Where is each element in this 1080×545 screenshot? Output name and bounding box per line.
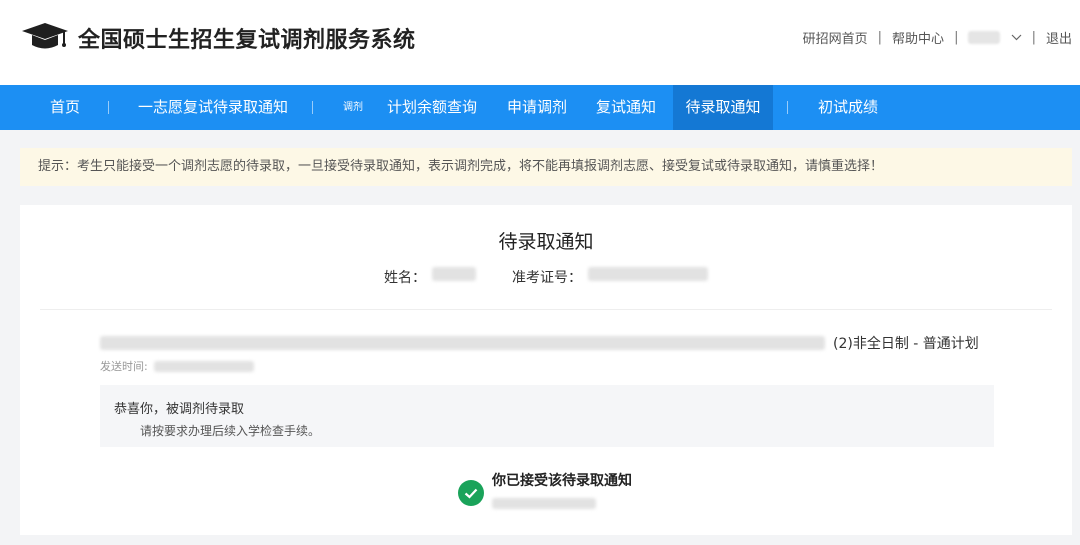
name-value-redacted xyxy=(432,267,476,281)
logout-link[interactable]: 退出 xyxy=(1046,28,1072,47)
nav-divider xyxy=(787,101,788,114)
study-mode: (2)非全日制 - 普通计划 xyxy=(833,336,979,352)
message-title: 恭喜你，被调剂待录取 xyxy=(114,402,245,417)
message-box: 恭喜你，被调剂待录取 请按要求办理后续入学检查手续。 xyxy=(100,385,994,447)
graduation-cap-icon xyxy=(22,23,68,49)
exam-number-value-redacted xyxy=(588,267,708,281)
nav-divider xyxy=(108,101,109,114)
program-details-redacted xyxy=(100,336,825,350)
nav-plan-balance-query[interactable]: 计划余额查询 xyxy=(387,85,477,130)
name-label: 姓名： xyxy=(384,270,426,286)
nav-apply-adjustment[interactable]: 申请调剂 xyxy=(507,85,567,130)
card-title: 待录取通知 xyxy=(498,231,594,253)
header: 全国硕士生招生复试调剂服务系统 研招网首页 | 帮助中心 | | 退出 xyxy=(0,0,1080,85)
nav-retest-notice[interactable]: 复试通知 xyxy=(596,85,656,130)
separator: | xyxy=(1031,30,1036,45)
chevron-down-icon xyxy=(1011,34,1022,41)
yanzhao-home-link[interactable]: 研招网首页 xyxy=(803,28,868,47)
send-time-row: 发送时间: xyxy=(100,358,254,374)
separator: | xyxy=(954,30,959,45)
help-center-link[interactable]: 帮助中心 xyxy=(892,28,944,47)
user-menu[interactable] xyxy=(968,30,1022,45)
accepted-time-redacted xyxy=(492,498,596,509)
admission-notice-card: 待录取通知 姓名： 准考证号： (2)非全日制 - 普通计划 发送时间: 恭喜你… xyxy=(20,205,1072,535)
check-circle-icon xyxy=(458,480,484,506)
nav-adjustment[interactable]: 调剂 xyxy=(343,85,363,130)
exam-number-label: 准考证号： xyxy=(512,270,582,286)
top-links: 研招网首页 | 帮助中心 | | 退出 xyxy=(803,28,1072,47)
nav-divider xyxy=(312,101,313,114)
candidate-info: 姓名： 准考证号： xyxy=(20,267,1072,287)
nav-admission-notice[interactable]: 待录取通知 xyxy=(673,85,773,130)
notice-program-row: (2)非全日制 - 普通计划 xyxy=(100,333,1000,353)
nav-preliminary-scores[interactable]: 初试成绩 xyxy=(818,85,878,130)
accepted-text-block: 你已接受该待录取通知 xyxy=(492,470,632,509)
send-time-value-redacted xyxy=(153,360,254,372)
send-time-label: 发送时间: xyxy=(100,360,148,373)
user-name-redacted xyxy=(968,31,1001,44)
separator: | xyxy=(877,30,883,45)
accepted-title: 你已接受该待录取通知 xyxy=(492,473,632,489)
message-body: 请按要求办理后续入学检查手续。 xyxy=(140,424,321,438)
nav-first-choice-admission-notice[interactable]: 一志愿复试待录取通知 xyxy=(138,85,288,130)
accepted-status: 你已接受该待录取通知 xyxy=(458,470,632,509)
divider xyxy=(40,309,1052,310)
nav-home[interactable]: 首页 xyxy=(50,85,80,130)
main-nav: 首页 一志愿复试待录取通知 调剂 计划余额查询 申请调剂 复试通知 待录取通知 … xyxy=(0,85,1080,130)
site-title: 全国硕士生招生复试调剂服务系统 xyxy=(78,28,416,53)
warning-tip: 提示：考生只能接受一个调剂志愿的待录取，一旦接受待录取通知，表示调剂完成，将不能… xyxy=(20,148,1072,186)
